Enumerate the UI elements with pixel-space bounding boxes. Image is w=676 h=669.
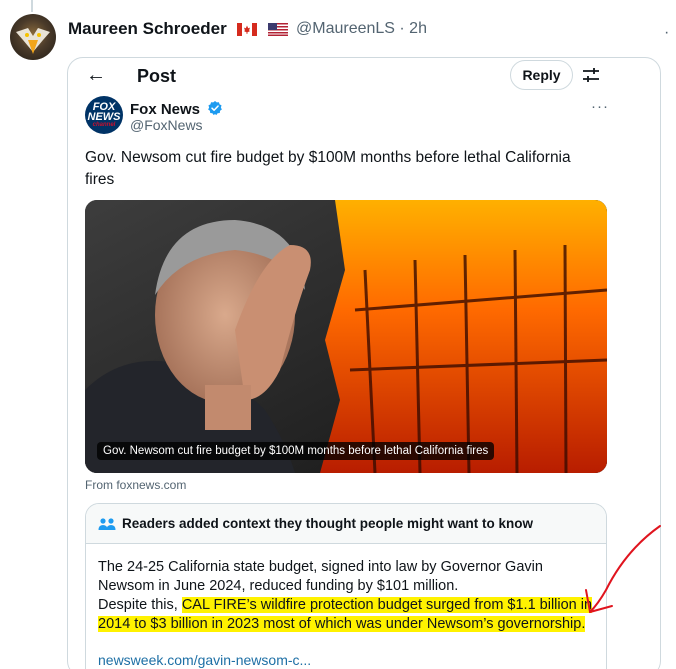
link-source[interactable]: From foxnews.com	[85, 478, 186, 492]
page-title: Post	[137, 66, 177, 86]
logo-text-news: NEWS	[87, 111, 121, 123]
quoted-author-handle[interactable]: @FoxNews	[130, 117, 203, 133]
author-name-text: Maureen Schroeder	[68, 19, 227, 38]
note-source-link[interactable]: newsweek.com/gavin-newsom-c...	[98, 652, 311, 668]
article-image[interactable]: Gov. Newsom cut fire budget by $100M mon…	[85, 200, 607, 473]
avatar[interactable]	[10, 14, 56, 60]
note-text-2: Despite this,	[98, 597, 182, 613]
people-icon	[98, 518, 116, 530]
post-text: Gov. Newsom cut fire budget by $100M mon…	[85, 149, 571, 188]
newsom-fire-photo	[85, 200, 607, 473]
fox-news-logo[interactable]: FOX NEWS channel	[85, 96, 123, 134]
back-arrow-icon[interactable]: ←	[86, 64, 106, 87]
reply-button[interactable]: Reply	[510, 60, 573, 90]
image-caption: Gov. Newsom cut fire budget by $100M mon…	[97, 442, 495, 460]
community-note: Readers added context they thought peopl…	[85, 503, 607, 669]
us-flag-icon	[268, 23, 289, 36]
community-note-header: Readers added context they thought peopl…	[86, 504, 606, 544]
canada-flag-icon	[237, 23, 258, 36]
more-options-icon[interactable]: ·	[664, 24, 669, 42]
red-arrow-annotation	[585, 525, 661, 613]
quoted-author-name-text: Fox News	[130, 101, 201, 118]
more-options-icon[interactable]: ···	[591, 98, 609, 115]
note-text-1: The 24-25 California state budget, signe…	[98, 559, 543, 594]
community-note-title: Readers added context they thought peopl…	[122, 516, 534, 531]
quoted-post-card[interactable]: ← Post Reply FOX NEWS channel Fox News @…	[67, 57, 661, 669]
verified-badge-icon	[208, 101, 223, 116]
community-note-body: The 24-25 California state budget, signe…	[98, 558, 598, 634]
author-name[interactable]: Maureen Schroeder	[68, 19, 289, 39]
thread-line	[31, 0, 33, 12]
quoted-author-name[interactable]: Fox News	[130, 98, 223, 118]
author-handle-time[interactable]: @MaureenLS · 2h	[296, 20, 427, 38]
filter-settings-icon[interactable]	[580, 64, 602, 86]
